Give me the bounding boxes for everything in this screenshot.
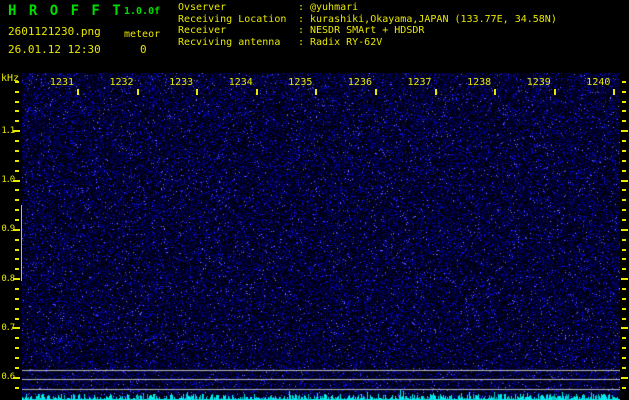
info-label: Receiver [178,25,227,37]
freq-tick-label: 1.1 [1,125,15,136]
freq-tick [15,248,19,251]
info-row-observer: Ovserver : @yuhmari [178,2,557,14]
freq-tick-right [622,268,626,271]
freq-tick [13,278,20,281]
freq-tick [13,327,20,330]
freq-tick [15,337,19,340]
freq-tick [15,268,19,271]
freq-tick [15,386,19,389]
freq-tick-right [621,130,628,133]
output-filename: 2601121230.png [8,25,101,38]
freq-tick-right [622,356,626,359]
meteor-counter-label: meteor [124,29,161,40]
hrofft-screen: H R O F F T 1.0.0f 2601121230.png 26.01.… [0,0,629,400]
app-title: H R O F F T [8,3,123,19]
freq-tick-right [622,140,626,143]
freq-tick-right [621,179,628,182]
freq-tick [15,258,19,261]
freq-tick [15,347,19,350]
freq-tick-right [621,327,628,330]
freq-tick-right [621,278,628,281]
freq-tick-right [622,307,626,310]
freq-tick-right [622,189,626,192]
freq-tick-right [622,238,626,241]
freq-tick [15,199,19,202]
station-info: Ovserver : @yuhmari Receiving Location :… [178,2,557,49]
freq-tick-right [622,100,626,103]
freq-tick [15,218,19,221]
freq-tick [15,307,19,310]
freq-tick-right [622,347,626,350]
info-colon: : [298,2,305,13]
freq-tick-label: 0.9 [1,224,15,235]
freq-tick-right [622,258,626,261]
freq-tick-label: 0.6 [1,372,15,383]
freq-tick [15,238,19,241]
info-colon: : [298,13,305,25]
info-label: Receiving Location [178,13,287,25]
info-value: NESDR SMArt + HDSDR [310,25,425,37]
info-colon: : [298,25,305,37]
freq-tick [15,366,19,369]
spectrogram-canvas [22,73,620,400]
freq-tick [15,100,19,103]
freq-tick-right [622,248,626,251]
freq-tick-right [622,149,626,152]
freq-tick-right [622,209,626,212]
freq-tick-label: 1.0 [1,175,15,185]
info-label: Ovserver [178,2,227,13]
freq-tick [15,149,19,152]
freq-tick-right [621,376,628,379]
freq-tick [15,159,19,162]
freq-tick [13,228,20,231]
freq-tick-right [621,228,628,231]
freq-axis-unit: kHz [1,73,20,84]
freq-tick-right [622,120,626,123]
app-version: 1.0.0f [124,6,161,17]
freq-tick [15,297,19,300]
freq-tick-right [622,337,626,340]
freq-tick [13,376,20,379]
freq-tick [15,287,19,290]
freq-tick-right [622,159,626,162]
freq-tick-right [622,169,626,172]
db-scale-bar [21,205,22,281]
freq-tick-label: 0.8 [1,273,15,284]
freq-tick-right [622,287,626,290]
freq-tick [15,189,19,192]
freq-tick [15,169,19,172]
freq-tick [13,130,20,133]
freq-tick-right [622,80,626,83]
freq-tick [15,140,19,143]
info-label: Recviving antenna [178,37,281,49]
freq-tick-right [622,199,626,202]
meteor-counter-value: 0 [140,43,147,56]
info-value: Radix RY-62V [310,37,383,49]
freq-tick-right [622,386,626,389]
freq-tick [15,120,19,123]
freq-tick-right [622,110,626,113]
info-row-antenna: Recviving antenna : Radix RY-62V [178,37,557,49]
freq-tick-right [622,90,626,93]
freq-tick [13,179,20,182]
freq-tick-right [622,218,626,221]
freq-tick-right [622,366,626,369]
freq-tick-label: 0.7 [1,322,15,333]
info-row-receiver: Receiver : NESDR SMArt + HDSDR [178,25,557,37]
info-value: @yuhmari [310,2,359,13]
freq-tick [15,110,19,113]
freq-tick [15,317,19,320]
info-value: kurashiki,Okayama,JAPAN (133.77E, 34.58N… [310,13,557,25]
freq-tick [15,209,19,212]
record-datetime: 26.01.12 12:30 [8,43,101,56]
info-colon: : [298,37,305,49]
info-row-location: Receiving Location : kurashiki,Okayama,J… [178,14,557,26]
freq-tick-right [622,317,626,320]
freq-tick [15,90,19,93]
freq-tick [15,356,19,359]
freq-tick-right [622,297,626,300]
